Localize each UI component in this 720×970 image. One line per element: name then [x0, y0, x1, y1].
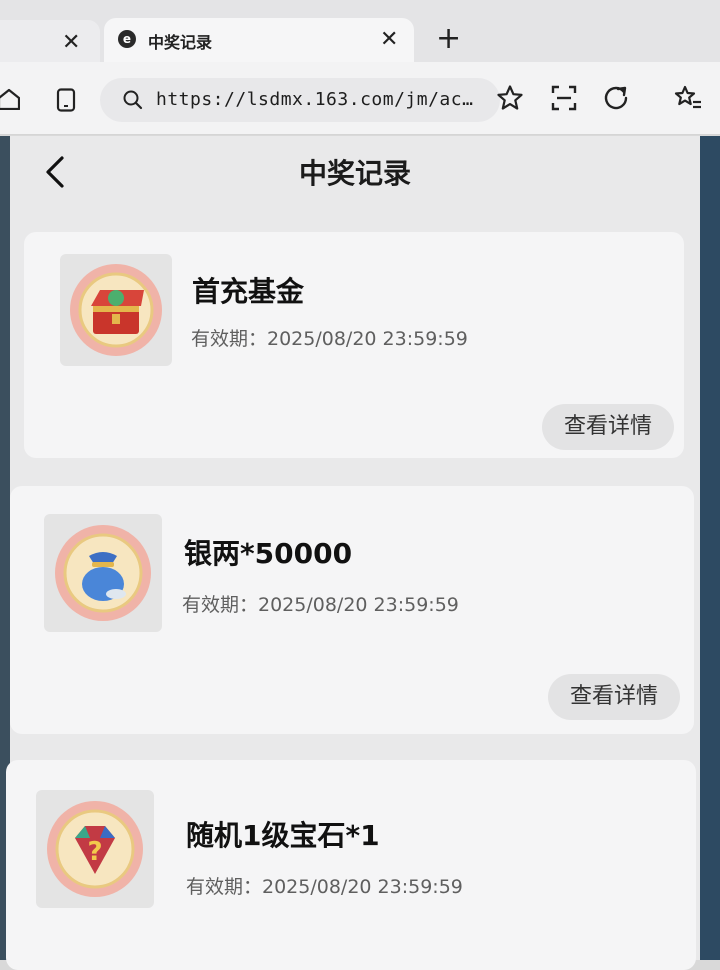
search-icon [123, 90, 143, 110]
address-bar[interactable]: https://lsdmx.163.com/jm/ac… [100, 78, 500, 122]
prize-card: 首充基金 有效期：2025/08/20 23:59:59 查看详情 [24, 232, 684, 458]
tablet-mode-icon[interactable] [56, 88, 76, 112]
refresh-icon[interactable] [602, 84, 630, 112]
treasure-chest-icon [70, 264, 162, 356]
page-title: 中奖记录 [298, 157, 411, 190]
view-details-button[interactable]: 查看详情 [542, 404, 674, 450]
prize-name: 随机1级宝石*1 [186, 819, 380, 852]
close-icon[interactable]: ✕ [62, 30, 80, 55]
tab-previous[interactable]: ✕ [0, 20, 100, 64]
tab-active[interactable]: e 中奖记录 ✕ [104, 18, 414, 64]
money-bag-icon [55, 525, 151, 621]
prize-validity: 有效期：2025/08/20 23:59:59 [186, 876, 463, 898]
mystery-gem-icon: ? [47, 801, 143, 897]
new-tab-button[interactable]: + [436, 24, 461, 54]
prize-validity: 有效期：2025/08/20 23:59:59 [182, 594, 459, 616]
tab-title: 中奖记录 [148, 33, 213, 52]
prize-card: ? 随机1级宝石*1 有效期：2025/08/20 23:59:59 [6, 760, 696, 970]
home-icon[interactable] [0, 88, 20, 110]
prize-image [60, 254, 172, 366]
svg-text:?: ? [87, 837, 102, 867]
url-text[interactable]: https://lsdmx.163.com/jm/ac… [156, 89, 473, 110]
close-icon[interactable]: ✕ [380, 27, 398, 52]
prize-card: 银两*50000 有效期：2025/08/20 23:59:59 查看详情 [10, 486, 694, 734]
favorites-list-icon[interactable] [674, 84, 702, 112]
browser-toolbar: https://lsdmx.163.com/jm/ac… [0, 62, 720, 135]
page-header: 中奖记录 [10, 136, 700, 212]
prize-name: 银两*50000 [184, 537, 353, 570]
tab-strip: ✕ e 中奖记录 ✕ + [0, 0, 720, 64]
browser-favicon-icon: e [118, 30, 136, 48]
prize-image: ? [36, 790, 154, 908]
winning-records-page: 中奖记录 首充基金 有效期：2025/08/20 23:59:59 查看详情 银… [6, 136, 700, 970]
scan-icon[interactable] [550, 84, 578, 112]
view-details-button[interactable]: 查看详情 [548, 674, 680, 720]
star-bookmark-icon[interactable] [496, 84, 524, 112]
prize-image [44, 514, 162, 632]
prize-name: 首充基金 [192, 275, 305, 308]
background-game-art-right [700, 136, 720, 960]
prize-validity: 有效期：2025/08/20 23:59:59 [191, 328, 468, 350]
